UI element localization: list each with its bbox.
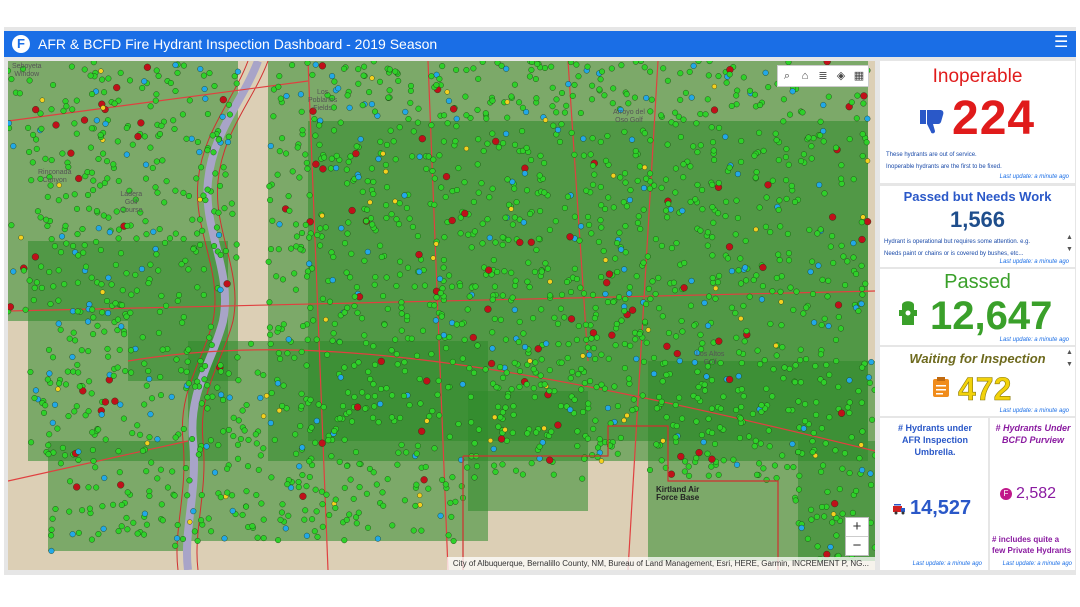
zoom-out-button[interactable]: − <box>846 537 868 555</box>
layers-icon[interactable]: ◈ <box>832 66 850 86</box>
dashboard-title: AFR & BCFD Fire Hydrant Inspection Dashb… <box>38 36 438 52</box>
bcfd-note: # includes quite a few Private Hydrants <box>992 535 1072 555</box>
map-label-los-altos: Los Altos Golf <box>696 351 725 366</box>
passed-panel: Passed 12,647 Last update: a minute ago <box>880 269 1075 345</box>
afr-panel: # Hydrants under AFR Inspection Umbrella… <box>880 418 988 570</box>
hamburger-menu-icon[interactable]: ☰ <box>1054 35 1068 51</box>
bcfd-title: # Hydrants Under BCFD Purview <box>995 423 1071 445</box>
waiting-panel: Waiting for Inspection ▲ ▼ 472 Last upda… <box>880 347 1075 416</box>
afr-last-update: Last update: a minute ago <box>912 561 982 567</box>
waiting-title: Waiting for Inspection <box>909 351 1046 366</box>
scroll-up-icon[interactable]: ▲ <box>1066 234 1073 241</box>
clipboard-icon <box>932 376 950 403</box>
passed-count: 12,647 <box>930 294 1053 338</box>
hydrant-map[interactable]: Seboyeta Window Rinconada Canyon Ladera Gol… <box>8 61 875 570</box>
inoperable-count: 224 <box>952 92 1036 145</box>
bcfd-panel: # Hydrants Under BCFD Purview F 2,582 # … <box>990 418 1075 570</box>
bcfd-logo-icon: F <box>1000 488 1012 500</box>
needs-work-panel: Passed but Needs Work 1,566 Hydrant is o… <box>880 186 1075 267</box>
map-label-rinconada: Rinconada Canyon <box>38 169 72 184</box>
map-attribution: City of Albuquerque, Bernalillo County, … <box>446 557 875 570</box>
needs-work-last-update: Last update: a minute ago <box>999 259 1069 265</box>
waiting-last-update: Last update: a minute ago <box>999 408 1069 414</box>
map-canvas[interactable] <box>8 61 875 570</box>
zoom-in-button[interactable]: + <box>846 518 868 537</box>
map-label-arroyo: Arroyo del Oso Golf <box>613 109 645 124</box>
bcfd-last-update: Last update: a minute ago <box>1002 561 1072 567</box>
fire-truck-icon <box>892 502 906 520</box>
hydrant-icon <box>898 299 918 332</box>
inoperable-panel: Inoperable 224 These hydrants are out of… <box>880 61 1075 183</box>
needs-work-count: 1,566 <box>949 207 1006 232</box>
afr-title: # Hydrants under AFR Inspection Umbrella… <box>897 423 973 457</box>
map-label-seboyeta: Seboyeta Window <box>12 63 42 78</box>
passed-last-update: Last update: a minute ago <box>999 337 1069 343</box>
qr-code-icon[interactable]: ▦ <box>850 66 868 86</box>
inoperable-desc-1: These hydrants are out of service. <box>886 152 977 158</box>
afr-count: 14,527 <box>910 497 972 519</box>
map-toolbar: ⌕ ⌂ ≣ ◈ ▦ <box>777 65 869 87</box>
waiting-scroll-down-icon[interactable]: ▼ <box>1066 361 1073 368</box>
map-label-kirtland: Kirtland Air Force Base <box>656 485 700 502</box>
map-label-los-poblanos: Los Poblanos Fields <box>308 89 338 112</box>
header-bar: F AFR & BCFD Fire Hydrant Inspection Das… <box>4 31 1076 57</box>
fire-logo-icon: F <box>12 35 30 53</box>
bcfd-count: 2,582 <box>1016 485 1057 502</box>
bookmark-icon[interactable]: ⌂ <box>796 66 814 86</box>
map-label-ladera: Ladera Golf Course <box>120 191 143 214</box>
list-icon[interactable]: ≣ <box>814 66 832 86</box>
inoperable-last-update: Last update: a minute ago <box>999 174 1069 180</box>
search-icon[interactable]: ⌕ <box>778 66 796 86</box>
passed-title: Passed <box>944 271 1011 293</box>
waiting-count: 472 <box>958 371 1012 408</box>
thumbs-down-icon <box>918 107 946 140</box>
needs-work-desc-1: Hydrant is operational but requires some… <box>884 239 1031 245</box>
zoom-control: + − <box>845 517 869 556</box>
inoperable-desc-2: Inoperable hydrants are the first to be … <box>886 164 1002 170</box>
waiting-scroll-up-icon[interactable]: ▲ <box>1066 349 1073 356</box>
needs-work-title: Passed but Needs Work <box>903 189 1052 204</box>
inoperable-title: Inoperable <box>932 66 1023 87</box>
scroll-down-icon[interactable]: ▼ <box>1066 246 1073 253</box>
